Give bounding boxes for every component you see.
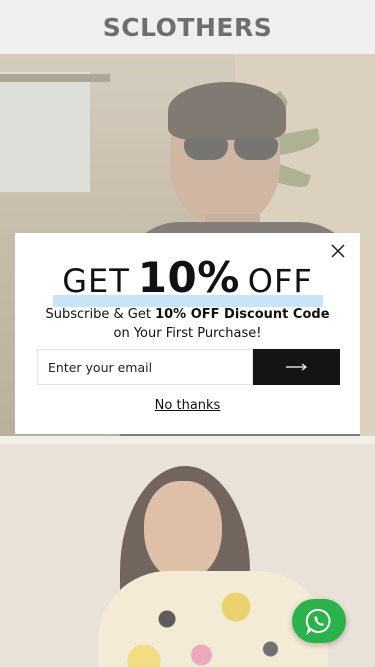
arrow-right-icon (285, 363, 307, 371)
popup-subtitle: Subscribe & Get 10% OFF Discount Code (15, 307, 360, 322)
headline-percent: 10% (137, 253, 240, 302)
subtitle-discount: 10% OFF Discount Code (155, 307, 330, 322)
brand-logo[interactable]: SCLOTHERS (103, 13, 272, 42)
subscribe-submit-button[interactable] (253, 349, 340, 385)
headline-get: GET (62, 262, 130, 300)
whatsapp-button[interactable] (292, 599, 346, 643)
popup-subtitle-line2: on Your First Purchase! (113, 326, 262, 341)
email-input[interactable] (37, 349, 253, 385)
no-thanks-link[interactable]: No thanks (15, 398, 360, 413)
popup-headline: GET 10% OFF (15, 253, 360, 307)
whatsapp-icon (305, 608, 331, 635)
headline-off: OFF (247, 262, 313, 300)
subtitle-prefix: Subscribe & Get (45, 307, 156, 322)
site-header: SCLOTHERS (0, 0, 375, 54)
discount-popup: GET 10% OFF Subscribe & Get 10% OFF Discou… (15, 233, 360, 434)
